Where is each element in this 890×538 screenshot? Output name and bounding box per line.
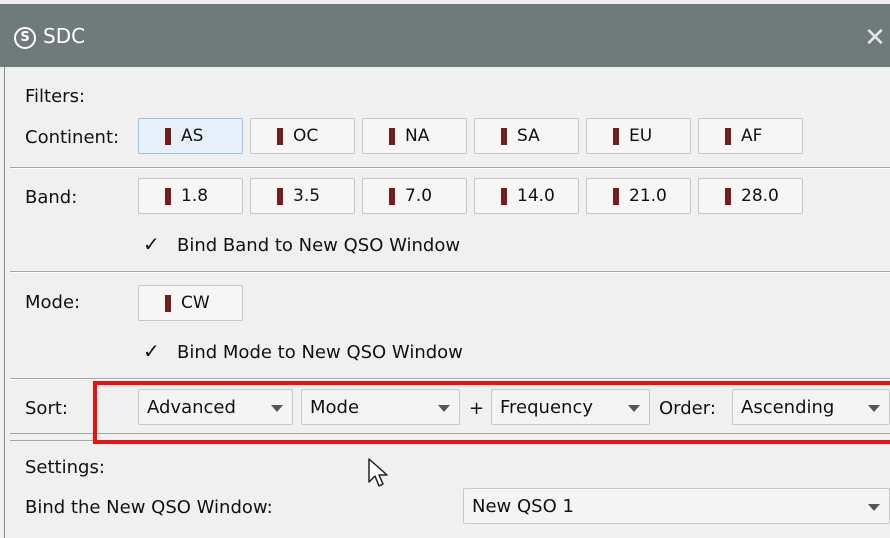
marker-icon xyxy=(165,295,171,312)
marker-icon xyxy=(613,128,619,145)
continent-label: Continent: xyxy=(25,127,120,148)
band-button-14-0[interactable]: 14.0 xyxy=(474,178,579,214)
band-label: Band: xyxy=(25,187,78,208)
marker-icon xyxy=(613,188,619,205)
continent-button-as[interactable]: AS xyxy=(138,118,243,154)
marker-icon xyxy=(165,188,171,205)
marker-icon xyxy=(501,128,507,145)
marker-icon xyxy=(277,188,283,205)
title-bar[interactable]: S SDC ✕ xyxy=(0,4,890,67)
divider xyxy=(10,168,890,169)
bind-mode-checkbox[interactable]: ✓ xyxy=(143,339,160,363)
band-button-7-0[interactable]: 7.0 xyxy=(362,178,467,214)
marker-icon xyxy=(389,188,395,205)
bind-qso-window-select[interactable]: New QSO 1 xyxy=(463,488,890,524)
continent-button-eu[interactable]: EU xyxy=(586,118,691,154)
chevron-down-icon xyxy=(868,504,880,511)
close-icon[interactable]: ✕ xyxy=(860,20,890,56)
sort-label: Sort: xyxy=(25,398,68,419)
marker-icon xyxy=(277,128,283,145)
continent-button-sa[interactable]: SA xyxy=(474,118,579,154)
band-button-1-8[interactable]: 1.8 xyxy=(138,178,243,214)
band-button-21-0[interactable]: 21.0 xyxy=(586,178,691,214)
mouse-cursor-icon xyxy=(368,458,388,487)
settings-heading: Settings: xyxy=(25,457,105,478)
mode-label: Mode: xyxy=(25,292,81,313)
mode-button-cw[interactable]: CW xyxy=(138,285,243,321)
marker-icon xyxy=(725,128,731,145)
window-title: SDC xyxy=(43,24,86,48)
continent-button-na[interactable]: NA xyxy=(362,118,467,154)
annotation-highlight-box xyxy=(93,381,890,444)
continent-button-oc[interactable]: OC xyxy=(250,118,355,154)
divider xyxy=(10,272,890,273)
window-border xyxy=(4,67,5,538)
bind-band-checkbox[interactable]: ✓ xyxy=(143,232,160,256)
bind-band-label: Bind Band to New QSO Window xyxy=(177,235,461,256)
band-button-3-5[interactable]: 3.5 xyxy=(250,178,355,214)
marker-icon xyxy=(165,128,171,145)
marker-icon xyxy=(725,188,731,205)
band-button-28-0[interactable]: 28.0 xyxy=(698,178,803,214)
divider xyxy=(10,379,890,380)
marker-icon xyxy=(389,128,395,145)
app-logo-icon: S xyxy=(14,27,36,49)
marker-icon xyxy=(501,188,507,205)
sdc-window: S SDC ✕ Filters: Continent: AS OC NA SA … xyxy=(0,0,890,538)
continent-button-af[interactable]: AF xyxy=(698,118,803,154)
filters-heading: Filters: xyxy=(25,86,86,107)
bind-qso-window-label: Bind the New QSO Window: xyxy=(25,497,273,518)
bind-mode-label: Bind Mode to New QSO Window xyxy=(177,342,463,363)
